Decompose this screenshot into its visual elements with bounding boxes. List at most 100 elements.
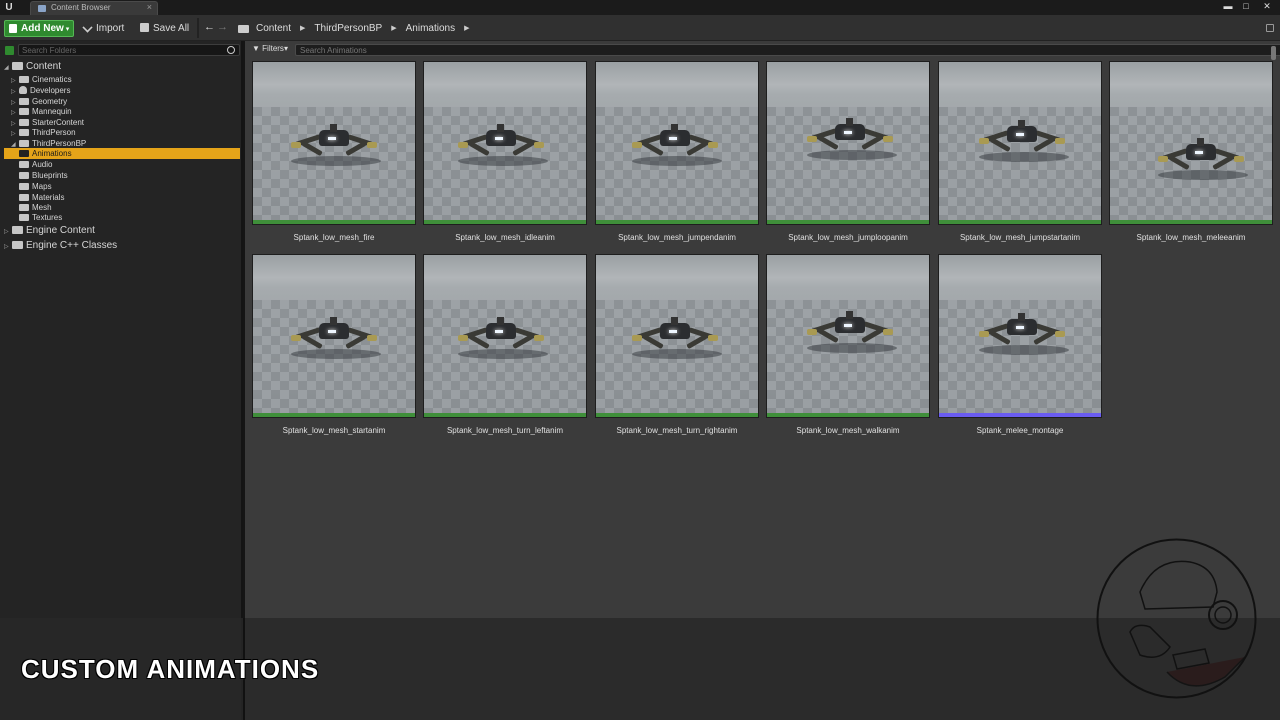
add-new-label: Add New bbox=[21, 23, 64, 34]
robot-part bbox=[367, 142, 377, 148]
filters-button[interactable]: ▼ Filters▾ bbox=[252, 44, 288, 53]
search-folders-placeholder: Search Folders bbox=[22, 46, 77, 55]
asset-thumbnail[interactable] bbox=[938, 254, 1102, 418]
add-folder-icon[interactable] bbox=[5, 46, 14, 55]
lock-icon[interactable] bbox=[1266, 24, 1274, 32]
tab-label: Content Browser bbox=[51, 3, 111, 12]
asset-tile[interactable]: Sptank_low_mesh_turn_rightanim bbox=[595, 254, 759, 438]
asset-tile[interactable]: Sptank_low_mesh_fire bbox=[252, 61, 416, 245]
window-maximize-button[interactable]: □ bbox=[1238, 0, 1254, 12]
animation-type-stripe bbox=[767, 413, 929, 417]
robot-part bbox=[1197, 138, 1204, 146]
history-forward-button[interactable]: → bbox=[217, 21, 228, 33]
window-close-button[interactable]: ✕ bbox=[1256, 0, 1278, 12]
robot-part bbox=[632, 142, 642, 148]
asset-tile[interactable]: Sptank_low_mesh_jumpendanim bbox=[595, 61, 759, 245]
folder-icon bbox=[19, 98, 29, 105]
folder-icon bbox=[19, 214, 29, 221]
robot-part bbox=[844, 131, 852, 134]
asset-tile[interactable]: Sptank_melee_montage bbox=[938, 254, 1102, 438]
search-assets-input[interactable]: Search Animations bbox=[295, 44, 1280, 56]
tree-item-label: Geometry bbox=[32, 97, 68, 106]
robot-part bbox=[330, 317, 337, 325]
asset-thumbnail[interactable] bbox=[423, 254, 587, 418]
robot-part bbox=[1158, 156, 1168, 162]
asset-thumbnail[interactable] bbox=[595, 61, 759, 225]
tree-item-thirdperson[interactable]: ▷ ThirdPerson bbox=[11, 127, 76, 138]
tree-item-label: Cinematics bbox=[32, 75, 72, 84]
tree-item-content[interactable]: ◢ Content bbox=[4, 60, 61, 74]
tab-content-browser[interactable]: Content Browser × bbox=[30, 1, 158, 15]
caption-title: CUSTOM ANIMATIONS bbox=[21, 654, 320, 684]
chevron-down-icon: ▾ bbox=[283, 44, 288, 53]
asset-thumbnail[interactable] bbox=[938, 61, 1102, 225]
add-new-button[interactable]: Add New ▾ bbox=[4, 20, 74, 37]
asset-name: Sptank_low_mesh_idleanim bbox=[455, 233, 555, 242]
asset-thumbnail[interactable] bbox=[595, 254, 759, 418]
tree-item-cinematics[interactable]: ▷ Cinematics bbox=[11, 74, 72, 85]
robot-part bbox=[1055, 138, 1065, 144]
asset-tile[interactable]: Sptank_low_mesh_walkanim bbox=[766, 254, 930, 438]
robot-part bbox=[458, 142, 468, 148]
save-all-button[interactable]: Save All bbox=[140, 21, 189, 37]
window-minimize-button[interactable]: ▬ bbox=[1220, 0, 1236, 12]
search-folders-input[interactable]: Search Folders bbox=[18, 44, 240, 56]
tree-item-maps[interactable]: Maps bbox=[17, 181, 52, 192]
chevron-down-icon: ▾ bbox=[65, 26, 70, 33]
tree-item-mannequin[interactable]: ▷ Mannequin bbox=[11, 106, 72, 117]
tree-item-label: Audio bbox=[32, 160, 53, 169]
tree-item-blueprints[interactable]: Blueprints bbox=[17, 170, 68, 181]
robot-part bbox=[291, 156, 381, 166]
asset-thumbnail[interactable] bbox=[766, 254, 930, 418]
tree-item-animations[interactable]: Animations bbox=[4, 148, 240, 159]
asset-thumbnail[interactable] bbox=[423, 61, 587, 225]
asset-tile[interactable]: Sptank_low_mesh_jumploopanim bbox=[766, 61, 930, 245]
tree-item-engine-content[interactable]: ▷ Engine Content bbox=[4, 224, 95, 238]
asset-thumbnail[interactable] bbox=[252, 61, 416, 225]
breadcrumb-item-thirdpersonbp[interactable]: ThirdPersonBP bbox=[314, 21, 382, 37]
new-asset-icon bbox=[9, 24, 17, 33]
asset-name: Sptank_low_mesh_jumpendanim bbox=[618, 233, 736, 242]
tree-item-engine-c-classes[interactable]: ▷ Engine C++ Classes bbox=[4, 239, 117, 253]
asset-tile[interactable]: Sptank_low_mesh_meleeanim bbox=[1109, 61, 1273, 245]
chevron-right-icon[interactable]: ▶ bbox=[464, 21, 469, 37]
asset-tile[interactable]: Sptank_low_mesh_turn_leftanim bbox=[423, 254, 587, 438]
asset-tile[interactable]: Sptank_low_mesh_idleanim bbox=[423, 61, 587, 245]
robot-part bbox=[328, 137, 336, 140]
tab-close-icon[interactable]: × bbox=[147, 2, 152, 12]
robot-part bbox=[291, 335, 301, 341]
asset-tile[interactable]: Sptank_low_mesh_jumpstartanim bbox=[938, 61, 1102, 245]
chevron-right-icon[interactable]: ▶ bbox=[300, 21, 305, 37]
tree-item-audio[interactable]: Audio bbox=[17, 159, 52, 170]
import-button[interactable]: Import bbox=[82, 21, 124, 37]
save-all-label: Save All bbox=[153, 23, 190, 34]
thumbnail-floor bbox=[1110, 107, 1272, 222]
chevron-right-icon[interactable]: ▶ bbox=[391, 21, 396, 37]
asset-thumbnail[interactable] bbox=[766, 61, 930, 225]
asset-thumbnail[interactable] bbox=[252, 254, 416, 418]
history-back-button[interactable]: ← bbox=[204, 21, 215, 33]
animation-type-stripe bbox=[253, 220, 415, 224]
filter-icon: ▼ bbox=[252, 44, 260, 53]
robot-part bbox=[979, 345, 1069, 355]
breadcrumb-item-content[interactable]: Content bbox=[256, 21, 291, 37]
tree-item-developers[interactable]: ▷ Developers bbox=[11, 85, 70, 96]
asset-tile[interactable]: Sptank_low_mesh_startanim bbox=[252, 254, 416, 438]
unreal-logo-icon: U bbox=[5, 2, 13, 13]
tree-item-textures[interactable]: Textures bbox=[17, 212, 62, 223]
folder-icon bbox=[19, 161, 29, 168]
mascot-logo-icon bbox=[1096, 538, 1257, 699]
tree-expand-arrow-icon[interactable]: ▷ bbox=[4, 225, 10, 239]
tree-expand-arrow-icon[interactable]: ▷ bbox=[4, 240, 10, 254]
search-icon[interactable] bbox=[227, 46, 235, 54]
robot-part bbox=[291, 142, 301, 148]
robot-part bbox=[708, 335, 718, 341]
breadcrumb-item-animations[interactable]: Animations bbox=[406, 21, 455, 37]
tree-collapse-arrow-icon[interactable]: ◢ bbox=[4, 61, 10, 75]
tree-item-label: Textures bbox=[32, 213, 63, 222]
folder-icon[interactable] bbox=[238, 25, 249, 33]
scrollbar-thumb[interactable] bbox=[1271, 46, 1276, 60]
folder-icon bbox=[12, 241, 23, 249]
search-assets-placeholder: Search Animations bbox=[300, 46, 367, 55]
asset-thumbnail[interactable] bbox=[1109, 61, 1273, 225]
